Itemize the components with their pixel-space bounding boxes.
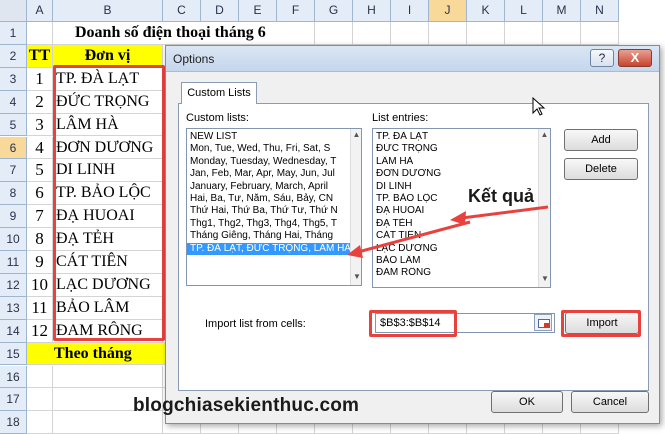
- annotation-arrows: [347, 205, 549, 258]
- arrow-to-list-entries: [461, 205, 549, 220]
- arrowhead: [347, 245, 363, 258]
- result-annotation: Kết quả: [468, 186, 535, 206]
- arrow-to-custom-list: [357, 220, 471, 254]
- tab-custom-lists[interactable]: Custom Lists: [181, 82, 257, 104]
- mouse-cursor-icon: [532, 97, 546, 116]
- watermark-text: blogchiasekienthuc.com: [133, 395, 360, 416]
